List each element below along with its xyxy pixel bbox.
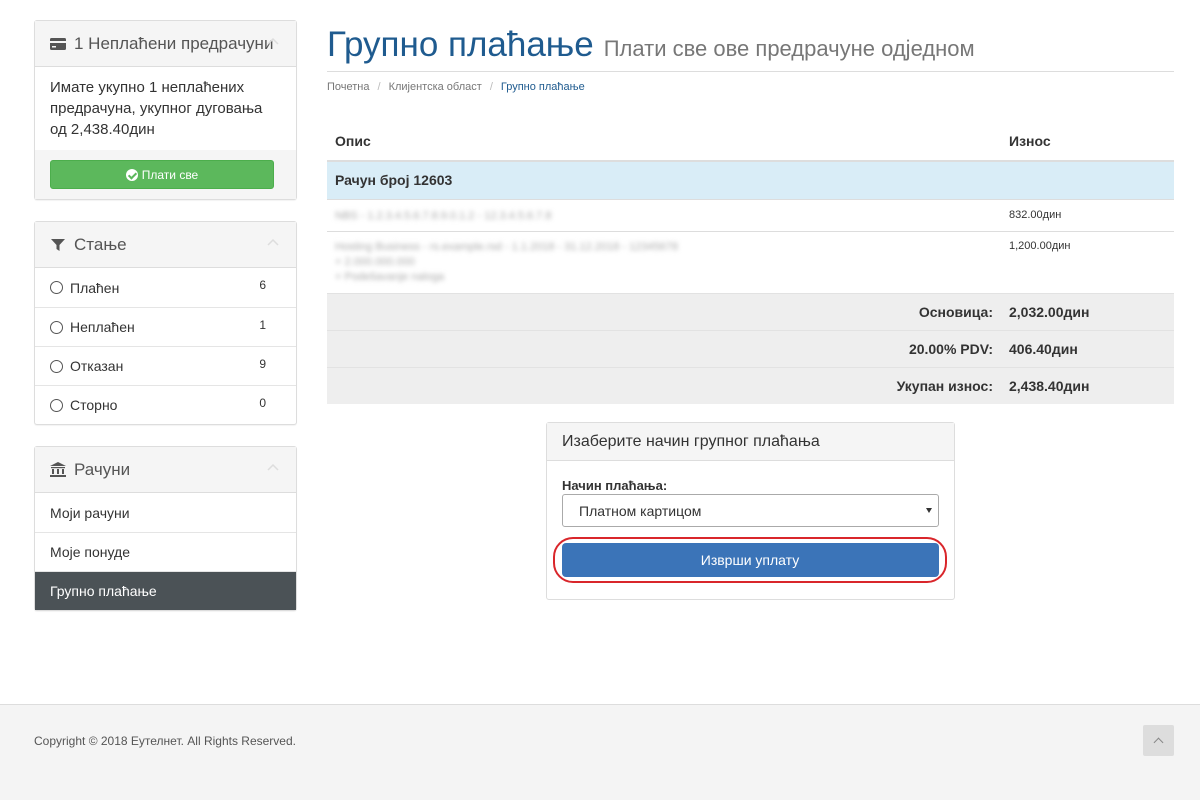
page-header: Групно плаћање Плати све ове предрачуне … xyxy=(327,20,1174,72)
tax-label: 20.00% PDV: xyxy=(327,329,1001,367)
invoice-table: Опис Износ Рачун број 12603 NBS - 1.2.3.… xyxy=(327,121,1174,404)
accounts-title: Рачуни xyxy=(74,459,131,479)
status-item-paid[interactable]: Плаћен 6 xyxy=(35,268,296,307)
unpaid-summary-text: Имате укупно 1 неплаћених предрачуна, ук… xyxy=(50,79,263,138)
payment-method-heading: Изаберите начин групног плаћања xyxy=(547,423,954,461)
chevron-up-icon[interactable] xyxy=(266,461,280,475)
breadcrumb: Почетна / Клијентска област / Групно плаћање xyxy=(327,81,585,93)
status-count: 1 xyxy=(259,318,266,332)
item-amount: 832.00дин xyxy=(1001,198,1174,231)
dropdown-arrow-icon xyxy=(926,508,932,513)
chevron-up-icon[interactable] xyxy=(266,35,280,49)
back-to-top-button[interactable] xyxy=(1143,725,1174,756)
breadcrumb-current: Групно плаћање xyxy=(500,81,585,93)
invoice-group-row: Рачун број 12603 xyxy=(327,160,1174,199)
radio-button[interactable] xyxy=(50,281,63,294)
pay-all-button[interactable]: Плати све xyxy=(50,160,274,189)
table-row: NBS - 1.2.3.4.5.6.7.8.9.0.1.2 - 12.3.4.5… xyxy=(327,198,1174,231)
status-filter-title: Стање xyxy=(74,234,127,254)
status-item-cancelled[interactable]: Отказан 9 xyxy=(35,346,296,385)
accounts-heading: Рачуни xyxy=(35,447,296,493)
main-content: Групно плаћање Плати све ове предрачуне … xyxy=(327,20,1174,600)
accounts-panel: Рачуни Моји рачуни Моје понуде Групно пл… xyxy=(34,446,297,611)
table-row: Hosting Business - rs.example.rsd - 1.1.… xyxy=(327,230,1174,293)
status-count: 6 xyxy=(259,278,266,292)
column-header-amount: Износ xyxy=(1001,121,1174,162)
status-count: 9 xyxy=(259,357,266,371)
footer: Copyright © 2018 Еутелнет. All Rights Re… xyxy=(0,704,1200,800)
submit-highlight: Изврши уплату xyxy=(553,537,947,583)
unpaid-invoices-heading: 1 Неплаћени предрачуни xyxy=(35,21,296,67)
payment-method-select[interactable]: Платном картицом xyxy=(562,494,939,527)
bank-icon xyxy=(50,462,66,478)
copyright-text: Copyright © 2018 Еутелнет. All Rights Re… xyxy=(34,734,296,748)
item-amount: 1,200.00дин xyxy=(1001,230,1174,293)
credit-card-icon xyxy=(50,36,66,52)
sidebar-item-my-quotes[interactable]: Моје понуде xyxy=(35,532,296,571)
unpaid-footer: Плати све xyxy=(35,150,296,199)
unpaid-invoices-title: 1 Неплаћени предрачуни xyxy=(74,33,274,53)
unpaid-invoices-panel: 1 Неплаћени предрачуни Имате укупно 1 не… xyxy=(34,20,297,200)
total-label: Укупан износ: xyxy=(327,366,1001,404)
status-filter-panel: Стање Плаћен 6 Неплаћен 1 Отказан 9 Стор… xyxy=(34,221,297,425)
sidebar-item-my-invoices[interactable]: Моји рачуни xyxy=(35,493,296,532)
subtotal-row: Основица: 2,032.00дин xyxy=(327,292,1174,330)
accounts-list: Моји рачуни Моје понуде Групно плаћање xyxy=(35,493,296,610)
status-label: Неплаћен xyxy=(70,319,135,335)
status-count: 0 xyxy=(259,396,266,410)
radio-button[interactable] xyxy=(50,359,63,373)
column-header-description: Опис xyxy=(327,121,1001,162)
check-circle-icon xyxy=(125,168,138,181)
invoice-number: Рачун број 12603 xyxy=(327,160,1174,199)
payment-method-label: Начин плаћања: xyxy=(562,478,668,493)
payment-method-body: Начин плаћања: Платном картицом Изврши у… xyxy=(547,461,954,599)
tax-value: 406.40дин xyxy=(1001,329,1174,367)
payment-method-selected: Платном картицом xyxy=(579,502,702,519)
payment-method-panel: Изаберите начин групног плаћања Начин пл… xyxy=(546,422,955,600)
status-label: Сторно xyxy=(70,397,118,413)
tax-row: 20.00% PDV: 406.40дин xyxy=(327,329,1174,367)
total-value: 2,438.40дин xyxy=(1001,366,1174,404)
table-header-row: Опис Износ xyxy=(327,121,1174,162)
breadcrumb-client-area[interactable]: Клијентска област xyxy=(389,81,482,93)
sidebar-item-mass-payment[interactable]: Групно плаћање xyxy=(35,571,296,610)
status-filter-heading: Стање xyxy=(35,222,296,268)
chevron-up-icon[interactable] xyxy=(266,236,280,250)
breadcrumb-home[interactable]: Почетна xyxy=(327,81,370,93)
subtotal-label: Основица: xyxy=(327,292,1001,330)
filter-icon xyxy=(50,237,66,253)
status-item-refunded[interactable]: Сторно 0 xyxy=(35,385,296,424)
status-item-unpaid[interactable]: Неплаћен 1 xyxy=(35,307,296,346)
pay-all-label: Плати све xyxy=(141,167,199,182)
status-label: Плаћен xyxy=(70,279,120,296)
status-label: Отказан xyxy=(70,358,124,374)
sidebar: 1 Неплаћени предрачуни Имате укупно 1 не… xyxy=(34,20,297,632)
radio-button[interactable] xyxy=(50,398,63,412)
total-row: Укупан износ: 2,438.40дин xyxy=(327,366,1174,404)
item-description: Hosting Business - rs.example.rsd - 1.1.… xyxy=(327,230,1001,293)
page-subtitle: Плати све ове предрачуне одједном xyxy=(603,36,975,61)
item-description: NBS - 1.2.3.4.5.6.7.8.9.0.1.2 - 12.3.4.5… xyxy=(327,198,1001,231)
page-title: Групно плаћање xyxy=(327,25,594,64)
status-filter-list: Плаћен 6 Неплаћен 1 Отказан 9 Сторно 0 xyxy=(35,268,296,424)
submit-payment-button[interactable]: Изврши уплату xyxy=(561,543,939,577)
radio-button[interactable] xyxy=(50,320,63,334)
subtotal-value: 2,032.00дин xyxy=(1001,292,1174,330)
